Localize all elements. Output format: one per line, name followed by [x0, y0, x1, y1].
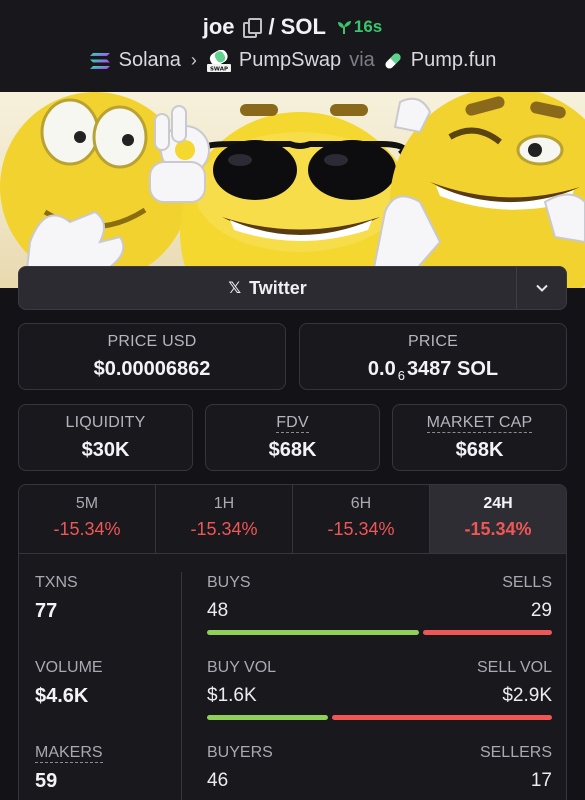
dex-link[interactable]: PumpSwap: [239, 49, 341, 72]
makers-value: 59: [35, 770, 58, 792]
fdv-value: $68K: [268, 439, 317, 461]
price-native-card: PRICE 0.0 6 3487 SOL: [299, 323, 567, 390]
twitter-label: Twitter: [249, 277, 307, 298]
price-usd-value: $0.00006862: [93, 358, 211, 380]
price-usd-card: PRICE USD $0.00006862: [18, 323, 286, 390]
buyers-value: 46: [207, 770, 229, 791]
volume-row: VOLUME $4.6K BUY VOL $1.6K SELL VOL $2.9K: [19, 659, 566, 744]
buy-vol-label: BUY VOL: [207, 659, 277, 676]
sellers-value: 17: [530, 770, 552, 791]
pair-title: joe / SOL 16s: [0, 14, 585, 40]
buys-value: 48: [207, 600, 229, 621]
tab-6h[interactable]: 6H -15.34%: [293, 485, 430, 553]
chevron-down-icon: [535, 284, 548, 292]
sell-vol-label: SELL VOL: [476, 659, 552, 676]
pair-separator: /: [268, 14, 275, 39]
chain-link[interactable]: Solana: [119, 49, 181, 72]
liquidity-value: $30K: [81, 439, 130, 461]
sells-bar-segment: [423, 630, 552, 635]
pair-breadcrumb: Solana › SWAP PumpSwap via Pump.fun: [0, 49, 585, 72]
pumpswap-icon: SWAP: [206, 49, 231, 72]
via-text: via: [349, 49, 375, 71]
makers-row: MAKERS 59 BUYERS 46 SELLERS 17: [19, 744, 566, 800]
tab-1h-label: 1H: [213, 495, 235, 512]
buys-sells-bar: [207, 630, 552, 635]
buy-vol-bar-segment: [207, 715, 329, 720]
pair-age-badge: 16s: [336, 17, 382, 37]
tab-24h-label: 24H: [483, 495, 513, 512]
buys-bar-segment: [207, 630, 420, 635]
makers-label: MAKERS: [35, 744, 103, 763]
token-banner-image: [0, 92, 585, 288]
solana-icon: [89, 52, 110, 69]
fdv-card[interactable]: FDV $68K: [205, 404, 380, 471]
buys-label: BUYS: [207, 574, 251, 591]
fdv-label: FDV: [276, 414, 309, 433]
tab-1h[interactable]: 1H -15.34%: [156, 485, 293, 553]
price-native-value: 0.0 6 3487 SOL: [367, 358, 499, 383]
twitter-button[interactable]: 𝕏 Twitter: [19, 267, 516, 309]
market-cap-card[interactable]: MARKET CAP $68K: [392, 404, 567, 471]
svg-text:SWAP: SWAP: [210, 66, 228, 72]
x-logo-icon: 𝕏: [228, 280, 242, 297]
price-native-label: PRICE: [408, 333, 458, 350]
buy-sell-volume-bar: [207, 715, 552, 720]
sell-vol-bar-segment: [332, 715, 552, 720]
tab-24h-change: -15.34%: [464, 519, 532, 539]
liquidity-card: LIQUIDITY $30K: [18, 404, 193, 471]
market-cap-label: MARKET CAP: [426, 414, 533, 433]
tab-24h[interactable]: 24H -15.34%: [430, 485, 566, 553]
quote-symbol: SOL: [280, 14, 326, 39]
token-symbol: joe: [202, 14, 235, 39]
tab-5m[interactable]: 5M -15.34%: [19, 485, 156, 553]
launchpad-link[interactable]: Pump.fun: [411, 49, 497, 72]
txns-label: TXNS: [35, 574, 78, 591]
pair-age: 16s: [353, 17, 383, 36]
txns-row: TXNS 77 BUYS 48 SELLS 29: [19, 574, 566, 659]
liquidity-label: LIQUIDITY: [65, 414, 146, 431]
volume-value: $4.6K: [35, 685, 89, 707]
more-links-button[interactable]: [516, 267, 566, 309]
price-usd-label: PRICE USD: [107, 333, 197, 350]
tab-1h-change: -15.34%: [190, 519, 258, 539]
volume-label: VOLUME: [35, 659, 103, 676]
pair-header: joe / SOL 16s Solana › SWAP PumpSwap via…: [0, 0, 585, 92]
tab-5m-label: 5M: [75, 495, 99, 512]
market-cap-value: $68K: [455, 439, 504, 461]
tab-6h-label: 6H: [350, 495, 372, 512]
trading-stats-panel: 5M -15.34% 1H -15.34% 6H -15.34% 24H -15…: [18, 484, 567, 800]
leading-zero-count: 6: [397, 368, 405, 383]
txns-value: 77: [35, 600, 58, 622]
sprout-icon: [337, 21, 351, 34]
chevron-right-icon: ›: [190, 50, 197, 70]
tab-6h-change: -15.34%: [327, 519, 395, 539]
sell-vol-value: $2.9K: [502, 685, 552, 706]
sellers-label: SELLERS: [479, 744, 552, 761]
buy-vol-value: $1.6K: [207, 685, 257, 706]
copy-icon[interactable]: [242, 18, 262, 38]
social-links-bar: 𝕏 Twitter: [18, 266, 567, 310]
timeframe-tabs: 5M -15.34% 1H -15.34% 6H -15.34% 24H -15…: [19, 485, 566, 554]
pumpfun-pill-icon: [385, 52, 401, 69]
sells-value: 29: [530, 600, 552, 621]
tab-5m-change: -15.34%: [53, 519, 121, 539]
buyers-label: BUYERS: [207, 744, 273, 761]
sells-label: SELLS: [502, 574, 552, 591]
